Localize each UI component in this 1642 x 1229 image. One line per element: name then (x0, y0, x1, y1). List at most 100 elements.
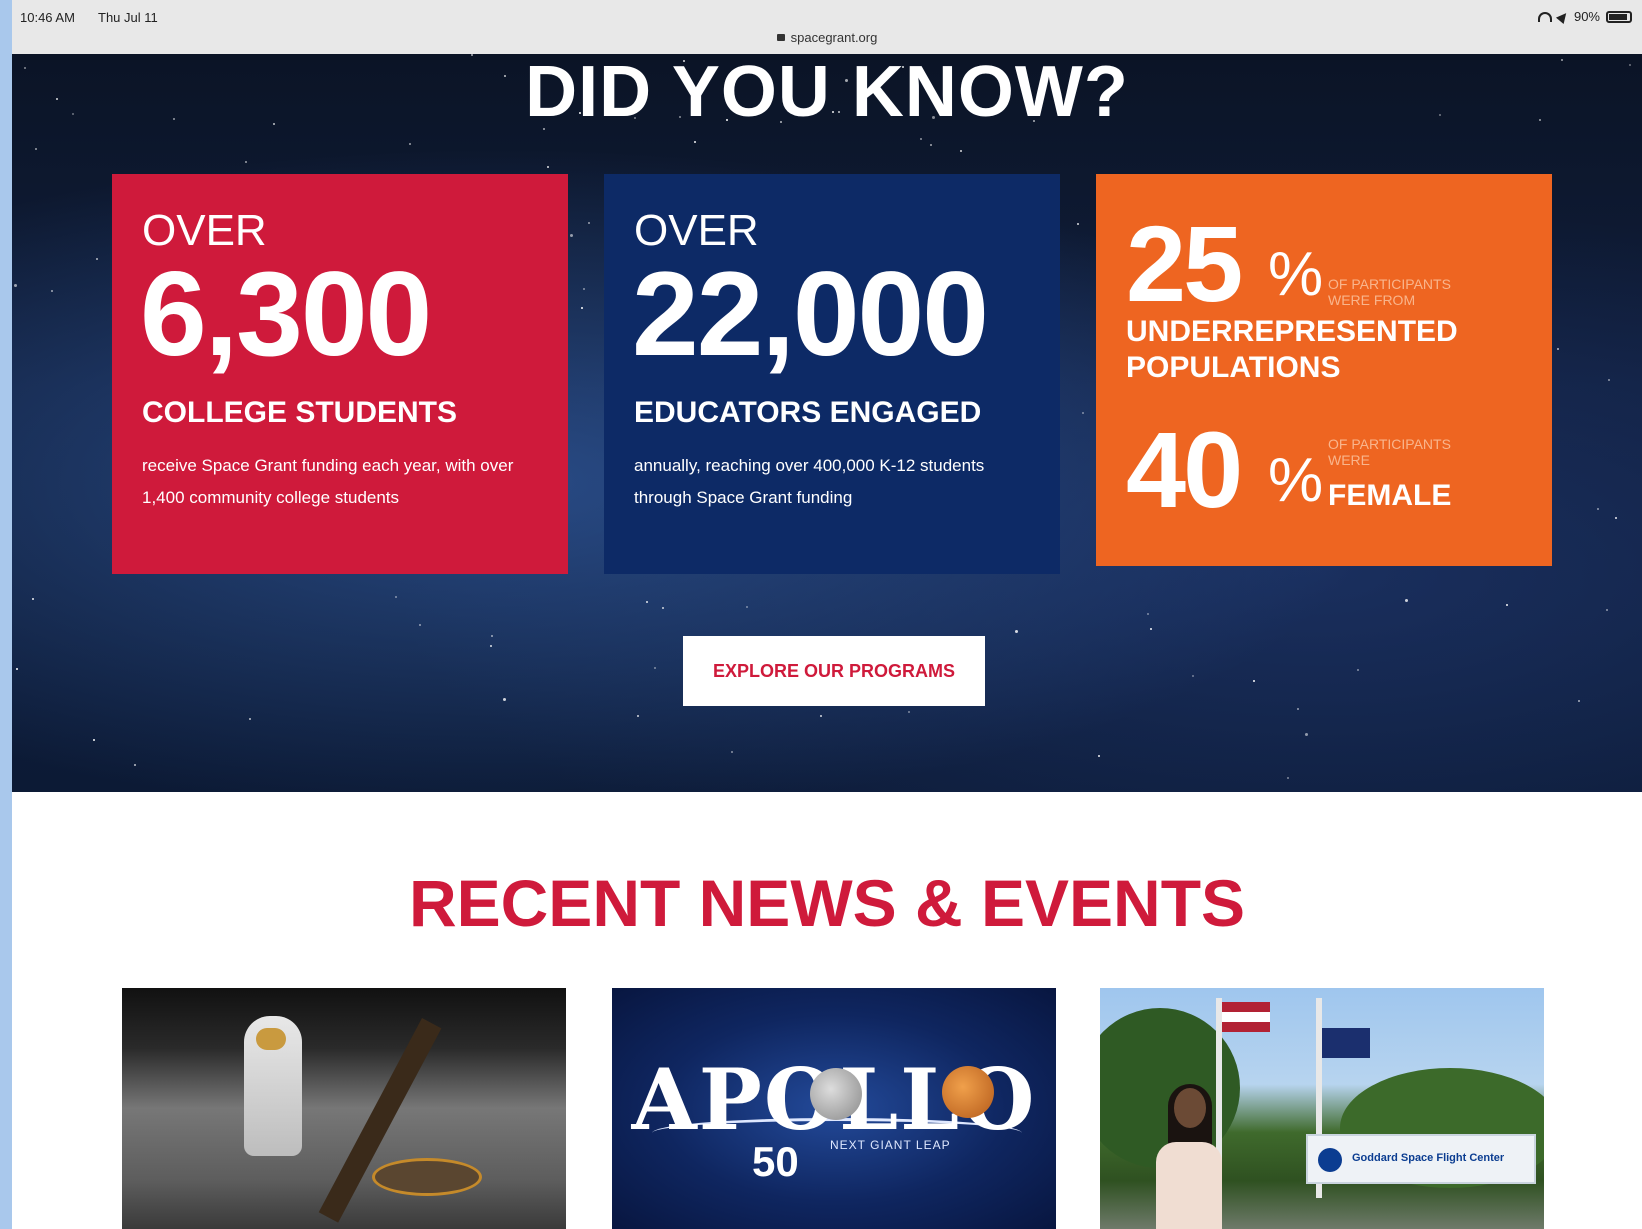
star-dot (1082, 412, 1084, 414)
stat-heading-underrepresented: UNDERREPRESENTED POPULATIONS (1126, 315, 1458, 384)
star-dot (1147, 613, 1149, 615)
star-dot (249, 718, 251, 720)
stat-number-female: 40 (1126, 409, 1243, 530)
star-dot (96, 258, 98, 260)
star-dot (490, 645, 492, 647)
star-dot (134, 764, 136, 766)
status-indicators: 90% (1537, 9, 1632, 24)
star-dot (570, 234, 573, 237)
star-dot (395, 596, 397, 598)
star-dot (419, 624, 421, 626)
star-dot (662, 607, 664, 609)
star-dot (920, 138, 922, 140)
moon-icon (810, 1068, 862, 1120)
stat-description: receive Space Grant funding each year, w… (142, 456, 514, 507)
stat-small-caption: OF PARTICIPANTS WERE (1328, 436, 1451, 468)
star-dot (1506, 604, 1508, 606)
star-dot (1357, 669, 1359, 671)
star-dot (1253, 680, 1255, 682)
star-dot (1405, 599, 1408, 602)
star-dot (1608, 379, 1610, 381)
stat-number: 6,300 (140, 247, 432, 381)
star-dot (35, 148, 37, 150)
star-dot (491, 635, 493, 637)
stat-small-caption: OF PARTICIPANTS WERE FROM (1328, 276, 1451, 308)
percent-sign: % (1268, 446, 1324, 515)
star-dot (1578, 700, 1580, 702)
star-dot (581, 307, 583, 309)
address-bar[interactable]: spacegrant.org (12, 30, 1642, 45)
lock-icon (776, 34, 785, 41)
star-dot (1015, 630, 1018, 633)
star-dot (731, 751, 733, 753)
star-dot (1297, 708, 1299, 710)
star-dot (16, 668, 18, 670)
star-dot (1098, 755, 1100, 757)
star-dot (1597, 508, 1599, 510)
star-dot (93, 739, 95, 741)
news-thumbnail-apollo50[interactable]: APOLLO 50 NEXT GIANT LEAP (612, 988, 1056, 1229)
star-dot (654, 667, 656, 669)
status-date: Thu Jul 11 (98, 10, 158, 25)
news-thumbnail-moonwalk[interactable] (122, 988, 566, 1229)
did-you-know-section: DID YOU KNOW? OVER 6,300 COLLEGE STUDENT… (12, 54, 1642, 792)
person-figure (1156, 1084, 1222, 1229)
section-title: DID YOU KNOW? (525, 54, 1129, 132)
star-dot (1150, 628, 1152, 630)
us-flag-icon (1222, 1002, 1270, 1032)
explore-programs-button[interactable]: EXPLORE OUR PROGRAMS (683, 636, 985, 706)
apollo-logo-number: 50 (752, 1138, 799, 1185)
star-dot (637, 715, 639, 717)
star-dot (51, 290, 53, 292)
location-icon (1555, 9, 1571, 24)
star-dot (646, 601, 648, 603)
person-head (1174, 1088, 1206, 1128)
apollo-logo-tagline: NEXT GIANT LEAP (830, 1138, 951, 1152)
nasa-logo-icon (1318, 1148, 1342, 1172)
sign-text: Goddard Space Flight Center (1352, 1152, 1505, 1164)
star-dot (1305, 733, 1308, 736)
star-dot (503, 698, 506, 701)
blue-flag-icon (1322, 1028, 1370, 1058)
star-dot (746, 606, 748, 608)
goddard-sign: Goddard Space Flight Center (1306, 1134, 1536, 1184)
star-dot (1615, 517, 1617, 519)
status-bar: 10:46 AM Thu Jul 11 spacegrant.org 90% (12, 0, 1642, 54)
battery-percent: 90% (1573, 9, 1600, 24)
percent-sign: % (1268, 240, 1324, 309)
star-dot (694, 141, 696, 143)
star-dot (409, 143, 411, 145)
stat-heading: EDUCATORS ENGAGED (634, 396, 982, 429)
star-dot (1287, 777, 1289, 779)
star-dot (930, 144, 932, 146)
star-dot (245, 161, 247, 163)
person-body (1156, 1142, 1222, 1229)
star-dot (960, 150, 962, 152)
star-dot (1606, 609, 1608, 611)
stat-card-students: OVER 6,300 COLLEGE STUDENTS receive Spac… (112, 174, 568, 574)
url-text: spacegrant.org (790, 30, 878, 45)
stat-description: annually, reaching over 400,000 K-12 stu… (634, 456, 985, 507)
device-screen: 10:46 AM Thu Jul 11 spacegrant.org 90% D… (12, 0, 1642, 1229)
star-dot (908, 711, 910, 713)
stat-number-underrepresented: 25 (1126, 203, 1243, 324)
battery-icon (1606, 10, 1632, 23)
status-time: 10:46 AM (20, 10, 75, 25)
astronaut-visor (256, 1028, 286, 1050)
star-dot (820, 715, 822, 717)
star-dot (588, 222, 590, 224)
star-dot (583, 288, 585, 290)
star-dot (1557, 348, 1559, 350)
wifi-icon (1537, 11, 1552, 22)
star-dot (547, 166, 549, 168)
news-section-title: RECENT NEWS & EVENTS (408, 866, 1246, 940)
news-thumbnail-goddard[interactable]: Goddard Space Flight Center (1100, 988, 1544, 1229)
star-dot (1192, 675, 1194, 677)
mars-icon (942, 1066, 994, 1118)
star-dot (1077, 223, 1079, 225)
lunar-lander-footpad (372, 1158, 482, 1196)
stat-heading: COLLEGE STUDENTS (142, 396, 458, 429)
stat-heading-female: FEMALE (1328, 479, 1452, 512)
stat-number: 22,000 (632, 247, 989, 381)
star-dot (14, 284, 17, 287)
